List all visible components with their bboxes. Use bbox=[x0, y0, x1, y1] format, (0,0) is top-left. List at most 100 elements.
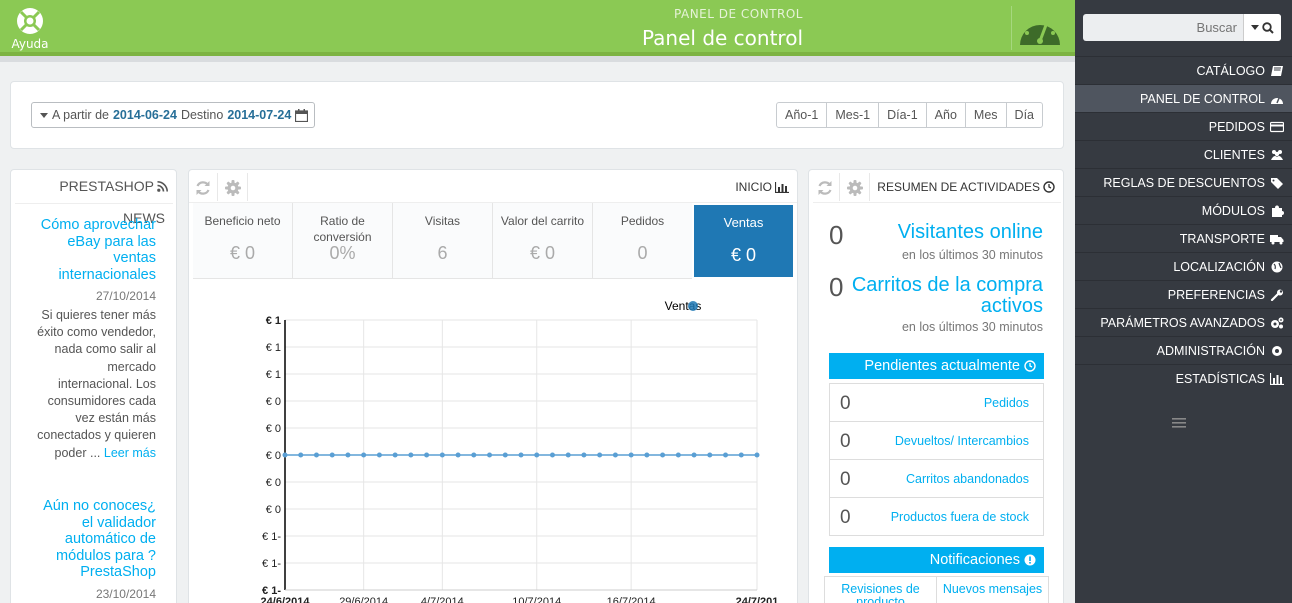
gear-icon[interactable] bbox=[846, 179, 864, 197]
range-button-prev-year[interactable]: Año-1 bbox=[777, 103, 826, 127]
chart-data-point bbox=[392, 452, 398, 458]
sidebar: CATÁLOGO PANEL DE CONTROL PEDIDOS CLIENT… bbox=[1075, 0, 1292, 603]
sidebar-item-modules[interactable]: MÓDULOS bbox=[1075, 196, 1292, 224]
chart-y-tick-label: € 1- bbox=[262, 558, 281, 570]
bar-chart-icon bbox=[1270, 372, 1284, 385]
pending-row-abandoned-carts[interactable]: 0 Carritos abandonados bbox=[830, 460, 1043, 498]
sidebar-item-orders[interactable]: PEDIDOS bbox=[1075, 112, 1292, 140]
chart-data-point bbox=[754, 452, 760, 458]
chart-y-tick-label: € 1 bbox=[266, 315, 281, 327]
tab-product-reviews[interactable]: Revisiones de producto bbox=[825, 577, 936, 603]
pending-count: 0 bbox=[840, 507, 851, 528]
refresh-icon[interactable] bbox=[194, 179, 212, 197]
chart-data-point bbox=[298, 452, 304, 458]
date-to-value: 2014-07-24 bbox=[227, 108, 292, 122]
dashboard-panel-title: INICIO bbox=[735, 180, 789, 194]
search-icon bbox=[1262, 21, 1274, 34]
page-title: Panel de control bbox=[642, 26, 803, 50]
sidebar-item-discount-rules[interactable]: REGLAS DE DESCUENTOS bbox=[1075, 168, 1292, 196]
search-input[interactable] bbox=[1083, 14, 1243, 41]
chart-data-point bbox=[691, 452, 697, 458]
range-button-prev-day[interactable]: Día-1 bbox=[878, 103, 926, 127]
chart-data-point bbox=[361, 452, 367, 458]
pending-row-returns[interactable]: 0 Devueltos/ Intercambios bbox=[830, 422, 1043, 460]
toolbar-divider bbox=[247, 173, 248, 201]
kpi-label: Beneficio neto bbox=[204, 214, 281, 228]
sidebar-item-advanced-parameters[interactable]: PARÁMETROS AVANZADOS bbox=[1075, 308, 1292, 336]
news-article-date: 27/10/2014 bbox=[95, 289, 156, 303]
pending-row-out-of-stock[interactable]: 0 Productos fuera de stock bbox=[830, 498, 1043, 536]
chart-data-point bbox=[518, 452, 524, 458]
range-button-day[interactable]: Día bbox=[1005, 103, 1042, 127]
chart-y-tick-label: € 0 bbox=[266, 396, 281, 408]
news-article-title-link[interactable]: Cómo aprovechar eBay para las ventas int… bbox=[31, 217, 156, 283]
exclamation-icon bbox=[1024, 554, 1036, 566]
kpi-label: Ratio de conversión bbox=[313, 214, 372, 244]
chart-data-point bbox=[282, 452, 288, 458]
chart-data-point bbox=[644, 452, 650, 458]
calendar-icon bbox=[295, 108, 309, 122]
range-button-year[interactable]: Año bbox=[925, 103, 965, 127]
pending-count: 0 bbox=[840, 469, 851, 490]
sidebar-item-label: PREFERENCIAS bbox=[1167, 287, 1265, 302]
range-button-month[interactable]: Mes bbox=[964, 103, 1006, 127]
kpi-cart-value[interactable]: Valor del carrito € 0 bbox=[492, 203, 592, 279]
chart-data-point bbox=[502, 452, 508, 458]
bar-chart-icon bbox=[775, 181, 789, 193]
chart-data-point bbox=[424, 452, 430, 458]
read-more-link[interactable]: Leer más bbox=[104, 446, 156, 460]
sidebar-item-label: CATÁLOGO bbox=[1196, 63, 1265, 78]
chart-y-tick-label: € 0 bbox=[266, 477, 281, 489]
kpi-net-profit[interactable]: Beneficio neto € 0 bbox=[193, 203, 292, 279]
chart-data-point bbox=[329, 452, 335, 458]
users-icon bbox=[1271, 149, 1283, 160]
pending-row-orders[interactable]: 0 Pedidos bbox=[830, 384, 1043, 422]
kpi-orders[interactable]: Pedidos 0 bbox=[592, 203, 692, 279]
kpi-sales[interactable]: Ventas € 0 bbox=[692, 203, 795, 279]
news-article-date: 23/10/2014 bbox=[95, 586, 156, 601]
active-carts-link[interactable]: Carritos de la compra activos bbox=[838, 275, 1043, 317]
range-button-prev-month[interactable]: Mes-1 bbox=[826, 103, 878, 127]
chart-y-tick-label: € 1 bbox=[266, 342, 281, 354]
gear-icon[interactable] bbox=[224, 179, 242, 197]
sidebar-item-label: MÓDULOS bbox=[1201, 203, 1265, 218]
collapse-menu-icon[interactable] bbox=[1172, 418, 1186, 428]
online-visitors-link[interactable]: Visitantes online bbox=[843, 222, 1043, 243]
help-label: Ayuda bbox=[11, 37, 49, 51]
sidebar-item-label: TRANSPORTE bbox=[1179, 231, 1265, 246]
chart-data-point bbox=[376, 452, 382, 458]
activity-panel-title: RESUMEN DE ACTIVIDADES bbox=[877, 180, 1055, 194]
sidebar-item-statistics[interactable]: ESTADÍSTICAS bbox=[1075, 364, 1292, 392]
gear-icon bbox=[1272, 345, 1282, 356]
chart-x-tick-label: 10/7/2014 bbox=[512, 596, 561, 603]
search-button[interactable] bbox=[1243, 14, 1281, 41]
activity-title-text: RESUMEN DE ACTIVIDADES bbox=[877, 180, 1040, 194]
kpi-conversion-rate[interactable]: Ratio de conversión 0% bbox=[292, 203, 392, 279]
help-button[interactable]: Ayuda bbox=[10, 6, 50, 51]
sidebar-item-label: ESTADÍSTICAS bbox=[1175, 371, 1265, 386]
dashboard-gauge-icon bbox=[1020, 17, 1060, 45]
sidebar-item-dashboard[interactable]: PANEL DE CONTROL bbox=[1075, 84, 1292, 112]
sidebar-item-administration[interactable]: ADMINISTRACIÓN bbox=[1075, 336, 1292, 364]
kpi-value: 0% bbox=[329, 243, 356, 263]
tags-icon bbox=[1271, 177, 1283, 189]
clock-icon bbox=[1043, 181, 1055, 193]
sidebar-item-catalog[interactable]: CATÁLOGO bbox=[1075, 56, 1292, 84]
sidebar-item-preferences[interactable]: PREFERENCIAS bbox=[1075, 280, 1292, 308]
news-article-title-link[interactable]: Aún no conoces¿ el validador automático … bbox=[31, 498, 156, 581]
sidebar-item-shipping[interactable]: TRANSPORTE bbox=[1075, 224, 1292, 252]
chart-x-tick-label: 29/6/2014 bbox=[339, 596, 388, 603]
refresh-icon[interactable] bbox=[816, 179, 834, 197]
date-range-picker[interactable]: A partir de 2014-06-24 Destino 2014-07-2… bbox=[31, 102, 315, 128]
kpi-label: Pedidos bbox=[620, 214, 665, 228]
pending-count: 0 bbox=[840, 393, 851, 414]
sidebar-item-customers[interactable]: CLIENTES bbox=[1075, 140, 1292, 168]
sidebar-item-label: PARÁMETROS AVANZADOS bbox=[1100, 315, 1265, 330]
kpi-visits[interactable]: Visitas 6 bbox=[392, 203, 492, 279]
kpi-label: Ventas bbox=[723, 215, 764, 230]
online-visitors-sub: en los últimos 30 minutos bbox=[901, 248, 1043, 262]
header-divider bbox=[1011, 6, 1012, 50]
tab-new-messages[interactable]: Nuevos mensajes bbox=[936, 577, 1048, 603]
cogs-icon bbox=[1271, 317, 1284, 328]
sidebar-item-localization[interactable]: LOCALIZACIÓN bbox=[1075, 252, 1292, 280]
